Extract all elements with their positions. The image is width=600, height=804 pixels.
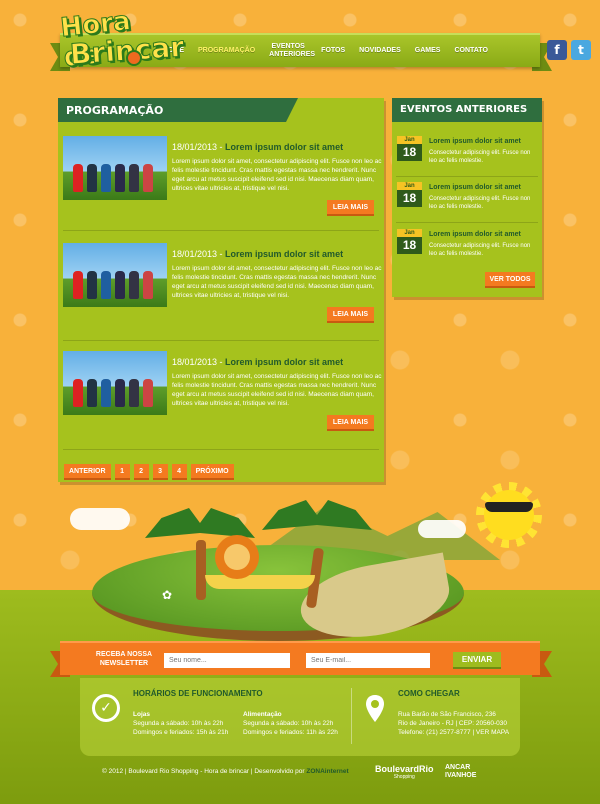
post-title[interactable]: 18/01/2013 - Lorem ipsum dolor sit amet — [172, 142, 343, 152]
post-divider — [63, 449, 379, 450]
cloud-illustration — [418, 520, 466, 538]
event-day: 18 — [397, 190, 422, 207]
event-date-badge: Jan 18 — [397, 136, 422, 161]
post-date: 18/01/2013 — [172, 142, 218, 152]
info-divider — [351, 688, 352, 744]
programacao-title: PROGRAMAÇÃO — [58, 98, 298, 122]
nav-items: HOME PROGRAMAÇÃO EVENTOS ANTERIORES FOTOS… — [156, 43, 495, 59]
post-headline: Lorem ipsum dolor sit amet — [225, 249, 344, 259]
boulevard-rio-logo[interactable]: BoulevardRio Shopping — [375, 764, 434, 780]
event-text: Consectetur adipiscing elit. Fusce non l… — [429, 243, 531, 257]
eventos-anteriores-title: EVENTOS ANTERIORES — [392, 98, 542, 122]
read-more-button[interactable]: LEIA MAIS — [327, 200, 374, 216]
event-date-badge: Jan 18 — [397, 229, 422, 254]
programacao-panel: PROGRAMAÇÃO 18/01/2013 - Lorem ipsum dol… — [58, 98, 384, 482]
logo-smile-icon — [126, 50, 142, 66]
newsletter-name-field[interactable] — [164, 653, 290, 668]
post-item: 18/01/2013 - Lorem ipsum dolor sit amet … — [63, 136, 382, 236]
site-logo[interactable]: Hora de Brincar — [58, 6, 186, 74]
see-all-button[interactable]: VER TODOS — [485, 272, 535, 288]
post-excerpt: Lorem ipsum dolor sit amet, consectetur … — [172, 373, 382, 407]
event-divider — [396, 176, 538, 177]
post-image[interactable] — [63, 243, 167, 307]
agency-link[interactable]: ZONAinternet — [306, 768, 348, 775]
check-icon: ✓ — [100, 700, 112, 716]
event-divider — [396, 222, 538, 223]
post-divider — [63, 230, 379, 231]
newsletter-email-field[interactable] — [306, 653, 430, 668]
event-title[interactable]: Lorem ipsum dolor sit amet — [429, 138, 521, 145]
prev-page-button[interactable]: ANTERIOR — [64, 464, 111, 480]
hammock-illustration — [205, 575, 315, 589]
nav-programacao[interactable]: PROGRAMAÇÃO — [191, 47, 262, 55]
page-2-button[interactable]: 2 — [133, 464, 149, 480]
event-day: 18 — [397, 144, 422, 161]
hours-title: HORÁRIOS DE FUNCIONAMENTO — [133, 689, 263, 698]
palm-trunk — [196, 540, 206, 600]
pagination: ANTERIOR 1 2 3 4 PRÓXIMO — [64, 464, 234, 480]
post-title[interactable]: 18/01/2013 - Lorem ipsum dolor sit amet — [172, 357, 343, 367]
next-page-button[interactable]: PRÓXIMO — [190, 464, 234, 480]
lion-face — [224, 544, 250, 570]
ancar-ivanhoe-logo[interactable]: ANCAR IVANHOE — [445, 764, 476, 780]
read-more-button[interactable]: LEIA MAIS — [327, 415, 374, 431]
page-3-button[interactable]: 3 — [152, 464, 168, 480]
event-item[interactable]: Jan 18 Lorem ipsum dolor sit amet Consec… — [397, 229, 539, 271]
post-excerpt: Lorem ipsum dolor sit amet, consectetur … — [172, 265, 382, 299]
post-excerpt: Lorem ipsum dolor sit amet, consectetur … — [172, 158, 382, 192]
facebook-icon[interactable]: f — [547, 40, 567, 60]
event-item[interactable]: Jan 18 Lorem ipsum dolor sit amet Consec… — [397, 182, 539, 224]
hours-lojas: Lojas Segunda a sábado: 10h às 22h Domin… — [133, 711, 229, 736]
event-title[interactable]: Lorem ipsum dolor sit amet — [429, 184, 521, 191]
location-title: COMO CHEGAR — [398, 689, 460, 698]
cloud-illustration — [70, 508, 130, 530]
location-address: Rua Barão de São Francisco, 236 Rio de J… — [398, 711, 510, 736]
event-title[interactable]: Lorem ipsum dolor sit amet — [429, 231, 521, 238]
newsletter-bar: RECEBA NOSSA NEWSLETTER ENVIAR — [60, 641, 540, 675]
info-box: ✓ HORÁRIOS DE FUNCIONAMENTO Lojas Segund… — [80, 678, 520, 756]
social-links: f t — [547, 40, 591, 60]
flower-icon: ✿ — [162, 588, 173, 602]
hours-alimentacao: Alimentação Segunda a sábado: 10h às 22h… — [243, 711, 338, 736]
post-item: 18/01/2013 - Lorem ipsum dolor sit amet … — [63, 243, 382, 343]
page-1-button[interactable]: 1 — [114, 464, 130, 480]
nav-novidades[interactable]: NOVIDADES — [352, 47, 408, 55]
event-month: Jan — [397, 136, 422, 144]
post-image[interactable] — [63, 136, 167, 200]
post-item: 18/01/2013 - Lorem ipsum dolor sit amet … — [63, 351, 382, 451]
post-image[interactable] — [63, 351, 167, 415]
newsletter-label: RECEBA NOSSA NEWSLETTER — [95, 651, 153, 667]
post-headline: Lorem ipsum dolor sit amet — [225, 142, 344, 152]
post-date: 18/01/2013 — [172, 249, 218, 259]
newsletter-send-button[interactable]: ENVIAR — [453, 652, 501, 669]
twitter-icon[interactable]: t — [571, 40, 591, 60]
post-title[interactable]: 18/01/2013 - Lorem ipsum dolor sit amet — [172, 249, 343, 259]
event-text: Consectetur adipiscing elit. Fusce non l… — [429, 196, 531, 210]
event-item[interactable]: Jan 18 Lorem ipsum dolor sit amet Consec… — [397, 136, 539, 178]
nav-games[interactable]: GAMES — [408, 47, 448, 55]
sun-illustration — [484, 490, 534, 540]
read-more-button[interactable]: LEIA MAIS — [327, 307, 374, 323]
post-date: 18/01/2013 — [172, 357, 218, 367]
sunglasses-illustration — [485, 502, 533, 512]
event-day: 18 — [397, 237, 422, 254]
page-4-button[interactable]: 4 — [171, 464, 187, 480]
clock-icon: ✓ — [92, 694, 120, 722]
footer-copyright: © 2012 | Boulevard Rio Shopping - Hora d… — [102, 768, 349, 775]
nav-fotos[interactable]: FOTOS — [314, 47, 352, 55]
event-date-badge: Jan 18 — [397, 182, 422, 207]
event-month: Jan — [397, 229, 422, 237]
nav-contato[interactable]: CONTATO — [447, 47, 494, 55]
post-headline: Lorem ipsum dolor sit amet — [225, 357, 344, 367]
map-pin-icon — [366, 695, 384, 722]
event-text: Consectetur adipiscing elit. Fusce non l… — [429, 150, 531, 164]
event-month: Jan — [397, 182, 422, 190]
post-divider — [63, 340, 379, 341]
eventos-anteriores-panel: EVENTOS ANTERIORES Jan 18 Lorem ipsum do… — [392, 98, 542, 297]
nav-eventos-anteriores[interactable]: EVENTOS ANTERIORES — [262, 43, 315, 59]
